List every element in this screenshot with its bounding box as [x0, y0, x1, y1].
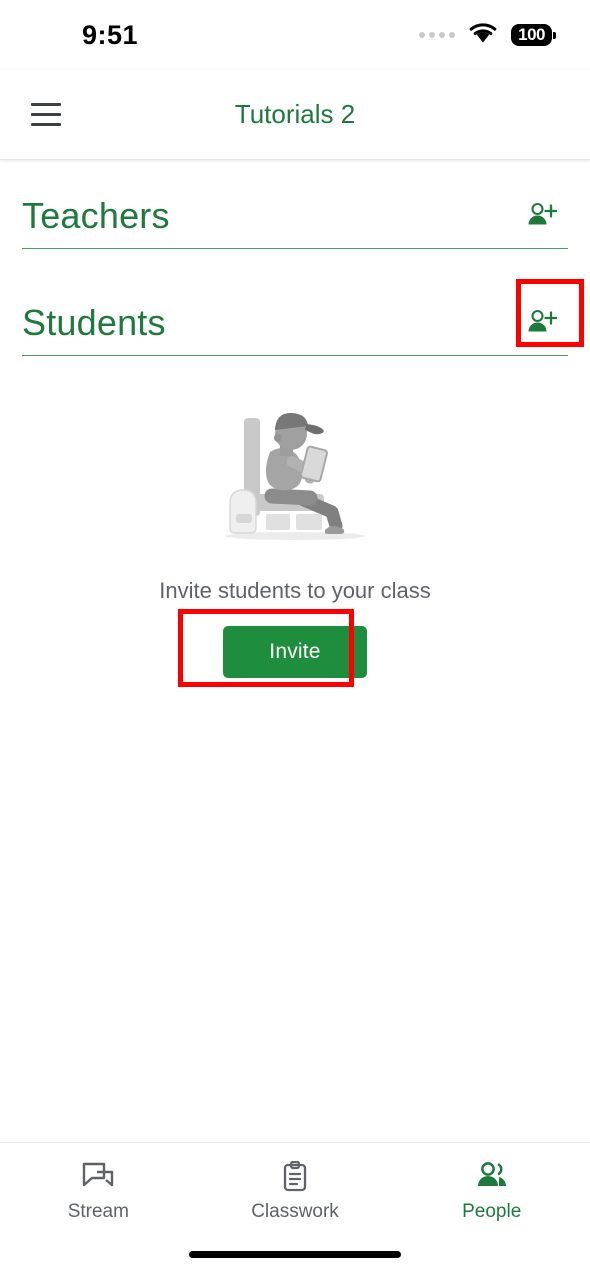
person-add-icon — [528, 309, 557, 332]
add-student-button[interactable] — [520, 301, 564, 345]
teachers-section-header: Teachers — [22, 194, 568, 249]
signal-dots-icon — [419, 32, 456, 38]
students-section: Students — [0, 279, 590, 356]
chat-bubbles-icon — [83, 1162, 114, 1187]
battery-icon: 100 — [511, 24, 556, 46]
status-time: 9:51 — [82, 19, 139, 50]
app-bar: Tutorials 2 — [0, 70, 590, 160]
nav-item-people[interactable]: People — [393, 1161, 590, 1223]
battery-percent-label: 100 — [511, 24, 552, 46]
people-icon — [477, 1162, 506, 1186]
invite-button[interactable]: Invite — [223, 626, 367, 678]
invite-button-wrapper: Invite — [178, 609, 367, 687]
student-reading-tablet-illustration — [225, 412, 365, 540]
students-empty-state: Invite students to your class Invite — [0, 396, 590, 687]
battery-tip — [553, 31, 556, 39]
add-teacher-button[interactable] — [520, 194, 564, 238]
bottom-navigation-bar: Stream Classwork People — [0, 1142, 590, 1280]
teachers-section: Teachers — [0, 194, 590, 249]
empty-state-message: Invite students to your class — [159, 578, 431, 603]
nav-label-classwork: Classwork — [251, 1201, 339, 1222]
students-section-header: Students — [22, 279, 584, 356]
nav-item-classwork[interactable]: Classwork — [197, 1161, 394, 1223]
page-title: Tutorials 2 — [234, 99, 356, 129]
clipboard-icon — [283, 1161, 307, 1192]
nav-label-stream: Stream — [67, 1201, 129, 1222]
teachers-title: Teachers — [22, 195, 170, 236]
status-icons: 100 — [419, 22, 556, 48]
person-add-icon — [528, 202, 557, 225]
home-indicator — [189, 1251, 401, 1258]
status-bar: 9:51 100 — [0, 0, 590, 70]
nav-item-stream[interactable]: Stream — [0, 1161, 197, 1223]
wifi-icon — [469, 22, 497, 48]
nav-label-people: People — [462, 1201, 522, 1222]
students-title: Students — [22, 302, 166, 343]
